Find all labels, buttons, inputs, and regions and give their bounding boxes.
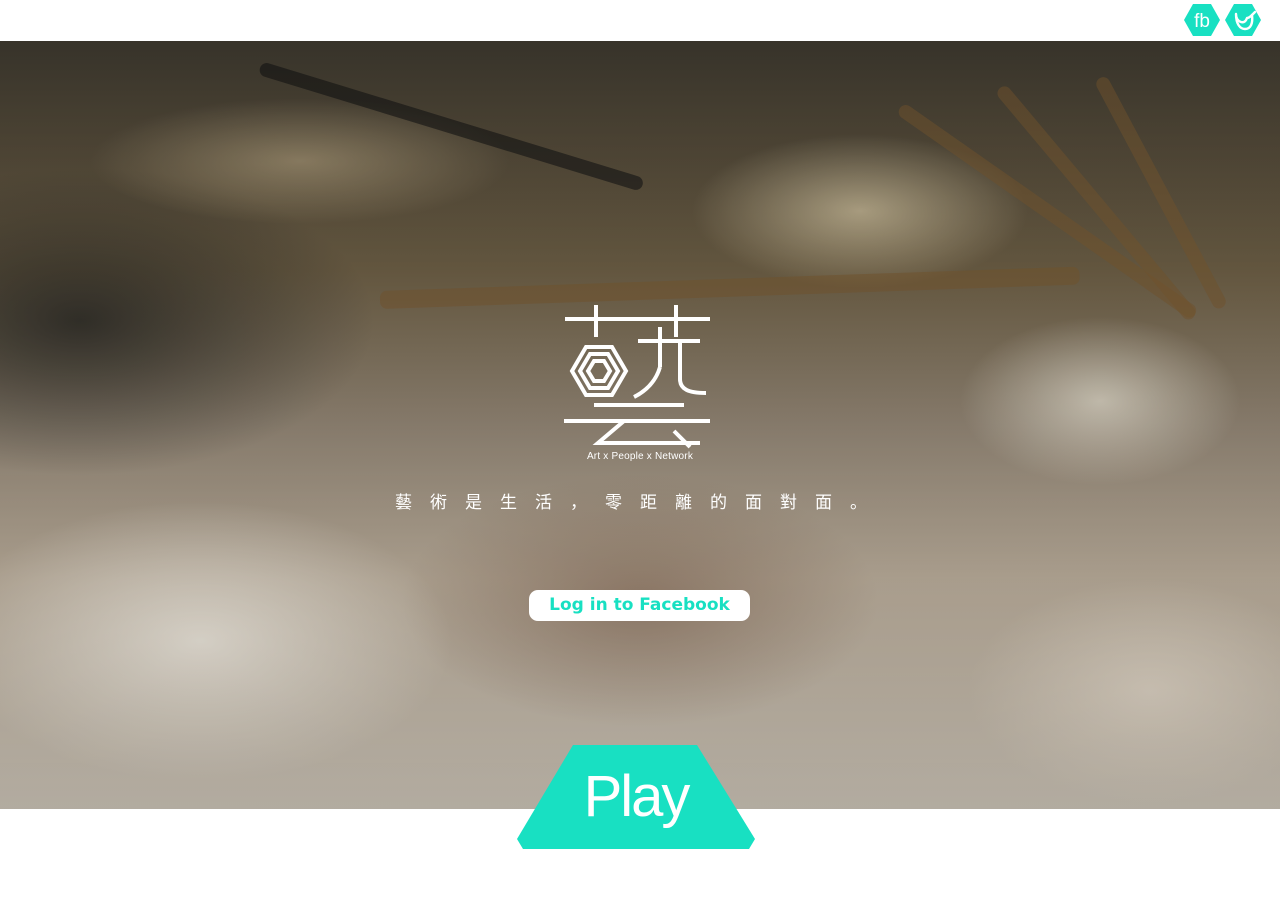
top-bar: fb xyxy=(0,0,1280,41)
facebook-hexagon-icon[interactable]: fb xyxy=(1184,4,1220,36)
play-label: Play xyxy=(583,764,691,829)
logo-caption: Art x People x Network xyxy=(586,451,694,462)
facebook-icon-label: fb xyxy=(1194,11,1210,32)
play-button[interactable]: Play xyxy=(517,745,755,849)
facebook-login-button[interactable]: Log in to Facebook xyxy=(529,590,750,621)
tagline: 藝術是生活，零距離的面對面。 xyxy=(395,493,885,513)
bird-hexagon-icon[interactable] xyxy=(1225,4,1261,36)
art-character-logo-icon xyxy=(564,305,710,449)
